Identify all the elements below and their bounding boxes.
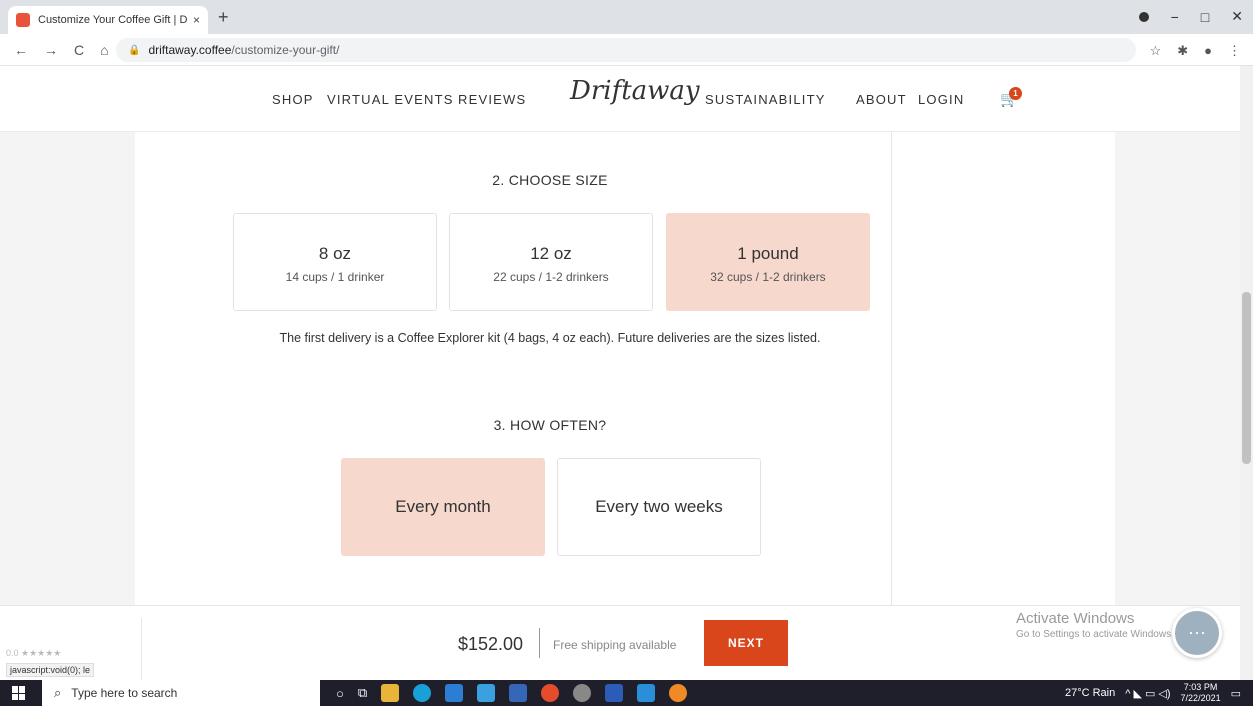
page-scrollbar[interactable] [1240,66,1253,680]
page-margin-left [0,132,135,605]
task-view-icon[interactable]: ⧉ [358,685,367,701]
nav-about[interactable]: ABOUT [856,92,907,107]
maximize-button[interactable]: □ [1201,9,1209,25]
file-explorer-icon[interactable] [381,684,400,702]
chat-bubble-icon[interactable]: ··· [1172,608,1222,658]
nav-sustainability[interactable]: SUSTAINABILITY [705,92,826,107]
clock-time: 7:03 PM [1183,682,1218,692]
browser-tab-bar: Customize Your Coffee Gift | Drif × + − … [0,0,1253,34]
shipping-note: Free shipping available [553,638,677,652]
close-window-button[interactable]: ✕ [1231,8,1243,25]
edge-icon[interactable] [413,684,432,702]
size-option-label: 1 pound [737,244,799,263]
home-button[interactable]: ⌂ [100,42,108,58]
lock-icon: 🔒 [128,44,141,56]
profile-icon[interactable]: ● [1204,43,1212,59]
page-margin-right [1115,132,1240,605]
search-icon: ⌕ [54,685,62,700]
system-tray: 27°C Rain ^ ◣ ▭ ◁) 7:03 PM 7/22/2021 ▭ [1065,680,1241,706]
size-option-detail: 22 cups / 1-2 drinkers [493,270,609,284]
size-note: The first delivery is a Coffee Explorer … [279,331,821,345]
size-option-detail: 14 cups / 1 drinker [285,270,385,284]
nav-shop[interactable]: SHOP [272,92,314,107]
photos-icon[interactable] [637,684,656,702]
menu-kebab-icon[interactable]: ⋮ [1228,43,1241,59]
frequency-every-month[interactable]: Every month [341,458,545,556]
mail-icon[interactable] [477,684,496,702]
word-icon[interactable] [605,684,624,702]
address-bar[interactable]: 🔒 driftaway.coffee/customize-your-gift/ [116,38,1136,62]
size-option-8oz[interactable]: 8 oz 14 cups / 1 drinker [233,213,437,311]
taskbar-clock[interactable]: 7:03 PM 7/22/2021 [1181,682,1221,704]
extension-icons: ☆ ✱ ● ⋮ [1150,43,1241,59]
minimize-button[interactable]: − [1171,9,1179,25]
chrome-icon[interactable] [541,684,560,702]
store-icon[interactable] [445,684,464,702]
activate-subtitle: Go to Settings to activate Windows. [1016,629,1174,640]
cortana-icon[interactable]: ○ [336,686,344,701]
settings-icon[interactable] [573,684,592,702]
summary-sidebar [891,132,1115,605]
status-trailing-text: le [83,665,91,675]
app-icon[interactable] [509,684,528,702]
new-tab-button[interactable]: + [218,7,229,28]
nav-buttons: ← → C ⌂ [14,42,109,58]
rating-stars: 0.0 ★★★★★ [6,648,62,658]
tray-icons[interactable]: ^ ◣ ▭ ◁) [1125,687,1170,700]
notifications-icon[interactable]: ▭ [1231,687,1241,700]
url-host: driftaway.coffee [148,43,232,57]
extensions-puzzle-icon[interactable]: ✱ [1177,43,1188,59]
browser-tab[interactable]: Customize Your Coffee Gift | Drif × [8,6,208,34]
windows-taskbar: ⌕ Type here to search ○ ⧉ 27°C Rain ^ ◣ … [0,680,1253,706]
taskbar-search-input[interactable]: ⌕ Type here to search [42,680,320,706]
cart-count-badge: 1 [1009,87,1022,100]
frequency-option-label: Every month [395,497,491,516]
checkout-footer: 0.0 ★★★★★ javascript:void(0); le $152.00… [0,605,1240,680]
site-header: SHOP VIRTUAL EVENTS REVIEWS Driftaway SU… [0,66,1240,132]
frequency-every-two-weeks[interactable]: Every two weeks [557,458,761,556]
next-button[interactable]: NEXT [704,620,788,666]
price-divider [539,628,540,658]
size-option-detail: 32 cups / 1-2 drinkers [710,270,826,284]
url-path: /customize-your-gift/ [231,43,340,57]
how-often-title: 3. HOW OFTEN? [493,417,607,433]
tab-title: Customize Your Coffee Gift | Drif [38,14,187,26]
status-url-text: javascript:void(0); [10,665,81,675]
browser-toolbar: ← → C ⌂ 🔒 driftaway.coffee/customize-you… [0,34,1253,66]
back-button[interactable]: ← [14,42,28,58]
firefox-icon[interactable] [669,684,688,702]
taskbar-apps: ○ ⧉ [336,684,688,702]
nav-login[interactable]: LOGIN [918,92,964,107]
windows-start-icon[interactable] [12,686,26,700]
taskbar-search-placeholder: Type here to search [71,686,178,700]
forward-button[interactable]: → [44,42,58,58]
clock-date: 7/22/2021 [1180,693,1221,703]
record-icon[interactable] [1138,11,1149,22]
activate-title: Activate Windows [1016,610,1135,627]
window-controls: − □ ✕ [1138,8,1243,25]
driftaway-logo[interactable]: Driftaway [570,76,700,106]
frequency-option-label: Every two weeks [595,497,723,516]
reload-button[interactable]: C [74,42,84,58]
size-option-12oz[interactable]: 12 oz 22 cups / 1-2 drinkers [449,213,653,311]
activate-windows-watermark: Activate Windows Go to Settings to activ… [1016,610,1174,640]
total-price: $152.00 [458,634,524,654]
nav-virtual-events[interactable]: VIRTUAL EVENTS [327,92,454,107]
site-favicon-icon [16,13,30,27]
nav-reviews[interactable]: REVIEWS [458,92,526,107]
choose-size-title: 2. CHOOSE SIZE [492,172,608,188]
size-option-label: 8 oz [318,244,352,263]
size-option-label: 12 oz [530,244,572,263]
bookmark-star-icon[interactable]: ☆ [1150,43,1162,59]
status-bar-url: javascript:void(0); le [6,663,95,677]
tab-close-icon[interactable]: × [193,13,200,27]
size-option-1-pound[interactable]: 1 pound 32 cups / 1-2 drinkers [666,213,870,311]
weather-widget[interactable]: 27°C Rain [1065,687,1115,699]
scrollbar-thumb[interactable] [1242,292,1251,464]
